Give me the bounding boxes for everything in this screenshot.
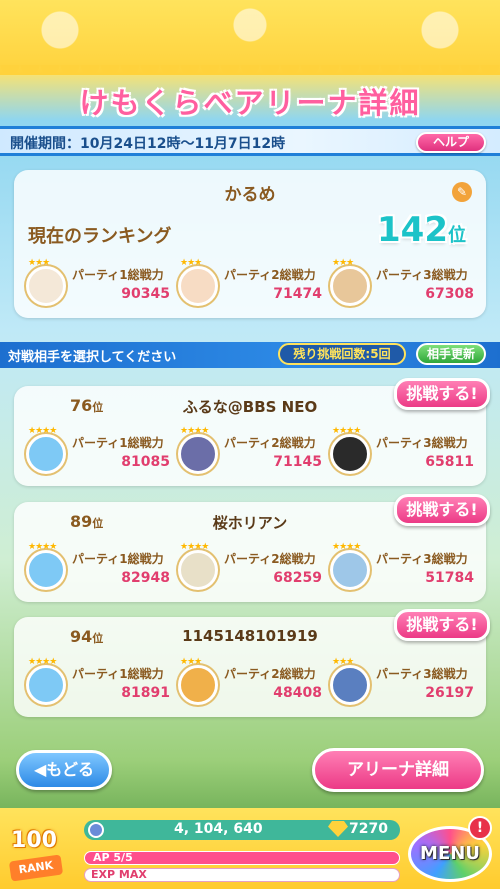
opponent-party-2: ★★★★ パーティ2総戦力 68259 [178,542,328,596]
party-label: パーティ3総戦力 [376,552,468,566]
party-avatar [26,434,66,474]
party-avatar [26,665,66,705]
period-bar: 開催期間：10月24日12時〜11月7日12時 ヘルプ [0,126,500,156]
exp-text: EXP MAX [91,868,147,881]
party-stars: ★★★ [332,657,354,667]
party-avatar [330,550,370,590]
party-label: パーティ3総戦力 [376,667,468,681]
help-button[interactable]: ヘルプ [416,132,486,153]
player-rank-number: 100 [11,828,57,853]
remaining-challenges-badge: 残り挑戦回数:5回 [278,343,406,365]
party-power: 81891 [121,685,170,701]
party-2-avatar [178,266,218,306]
currency-bar: 4, 104, 640 7270 [84,820,400,840]
party-power: 82948 [121,570,170,586]
player-party-2: ★★★ パーティ2総戦力 71474 [178,258,328,312]
rank-unit: 位 [448,225,466,246]
select-opponent-prompt: 対戦相手を選択してください [8,350,177,365]
opponent-party-3: ★★★★ パーティ3総戦力 65811 [330,426,480,480]
coin-value: 4, 104, 640 [174,821,263,837]
current-ranking-value: 142位 [377,210,466,250]
opponent-card[interactable]: 76位 ふるな@BBS NEO 挑戦する! ★★★★ パーティ1総戦力 8108… [14,378,490,486]
party-3-power: 67308 [425,286,474,302]
party-2-stars: ★★★ [180,258,202,268]
coin-icon [88,822,104,838]
party-avatar [178,434,218,474]
challenge-button[interactable]: 挑戦する! [394,494,490,526]
party-avatar [330,434,370,474]
party-stars: ★★★★ [28,542,57,552]
party-power: 81085 [121,454,170,470]
ap-bar: AP 5/5 [84,851,400,865]
player-rank-badge: 100 RANK [4,828,70,888]
party-power: 48408 [273,685,322,701]
player-name: かるめ [224,185,276,205]
party-power: 26197 [425,685,474,701]
player-party-1: ★★★ パーティ1総戦力 90345 [26,258,176,312]
party-power: 51784 [425,570,474,586]
opponent-party-3: ★★★ パーティ3総戦力 26197 [330,657,480,711]
challenge-button[interactable]: 挑戦する! [394,378,490,410]
rank-number: 142 [377,210,448,250]
opponent-card[interactable]: 89位 桜ホリアン 挑戦する! ★★★★ パーティ1総戦力 82948 ★★★★… [14,494,490,602]
opponent-party-2: ★★★★ パーティ2総戦力 71145 [178,426,328,480]
party-avatar [178,550,218,590]
party-1-power: 90345 [121,286,170,302]
party-1-avatar [26,266,66,306]
opponent-card[interactable]: 94位 1145148101919 挑戦する! ★★★★ パーティ1総戦力 81… [14,609,490,717]
party-2-power: 71474 [273,286,322,302]
edit-name-icon[interactable]: ✎ [452,182,472,202]
party-label: パーティ1総戦力 [72,552,164,566]
party-label: パーティ2総戦力 [224,667,316,681]
opponent-party-2: ★★★ パーティ2総戦力 48408 [178,657,328,711]
party-stars: ★★★ [180,657,202,667]
period-text: 開催期間：10月24日12時〜11月7日12時 [10,136,286,152]
refresh-opponents-button[interactable]: 相手更新 [416,343,486,365]
party-stars: ★★★★ [28,426,57,436]
page-title: けもくらべアリーナ詳細 [79,86,421,120]
party-3-avatar [330,266,370,306]
party-label: パーティ2総戦力 [224,436,316,450]
party-avatar [26,550,66,590]
opponent-party-1: ★★★★ パーティ1総戦力 81085 [26,426,176,480]
opponent-party-1: ★★★★ パーティ1総戦力 82948 [26,542,176,596]
back-button[interactable]: ◀もどる [16,750,112,790]
party-label: パーティ3総戦力 [376,436,468,450]
current-ranking-label: 現在のランキング [28,226,172,247]
party-label: パーティ2総戦力 [224,552,316,566]
party-3-label: パーティ3総戦力 [376,268,468,282]
player-rank-word: RANK [8,854,64,882]
party-avatar [330,665,370,705]
gem-icon [328,821,348,837]
top-banner [0,0,500,85]
party-3-stars: ★★★ [332,258,354,268]
party-stars: ★★★★ [332,426,361,436]
party-1-label: パーティ1総戦力 [72,268,164,282]
exp-bar: EXP MAX [84,868,400,882]
party-stars: ★★★★ [332,542,361,552]
party-power: 65811 [425,454,474,470]
player-party-3: ★★★ パーティ3総戦力 67308 [330,258,480,312]
gem-value: 7270 [349,821,388,837]
opponent-party-1: ★★★★ パーティ1総戦力 81891 [26,657,176,711]
party-label: パーティ1総戦力 [72,436,164,450]
party-stars: ★★★★ [180,542,209,552]
ap-text: AP 5/5 [93,851,133,864]
opponent-party-3: ★★★★ パーティ3総戦力 51784 [330,542,480,596]
player-panel: かるめ ✎ 現在のランキング 142位 ★★★ パーティ1総戦力 90345 ★… [14,170,486,318]
arena-detail-button[interactable]: アリーナ詳細 [312,748,484,792]
challenge-button[interactable]: 挑戦する! [394,609,490,641]
party-label: パーティ1総戦力 [72,667,164,681]
party-power: 71145 [273,454,322,470]
opponent-select-bar: 対戦相手を選択してください 残り挑戦回数:5回 相手更新 [0,342,500,368]
party-avatar [178,665,218,705]
party-power: 68259 [273,570,322,586]
menu-alert-icon: ! [468,816,492,840]
party-stars: ★★★★ [180,426,209,436]
party-2-label: パーティ2総戦力 [224,268,316,282]
party-stars: ★★★★ [28,657,57,667]
party-1-stars: ★★★ [28,258,50,268]
